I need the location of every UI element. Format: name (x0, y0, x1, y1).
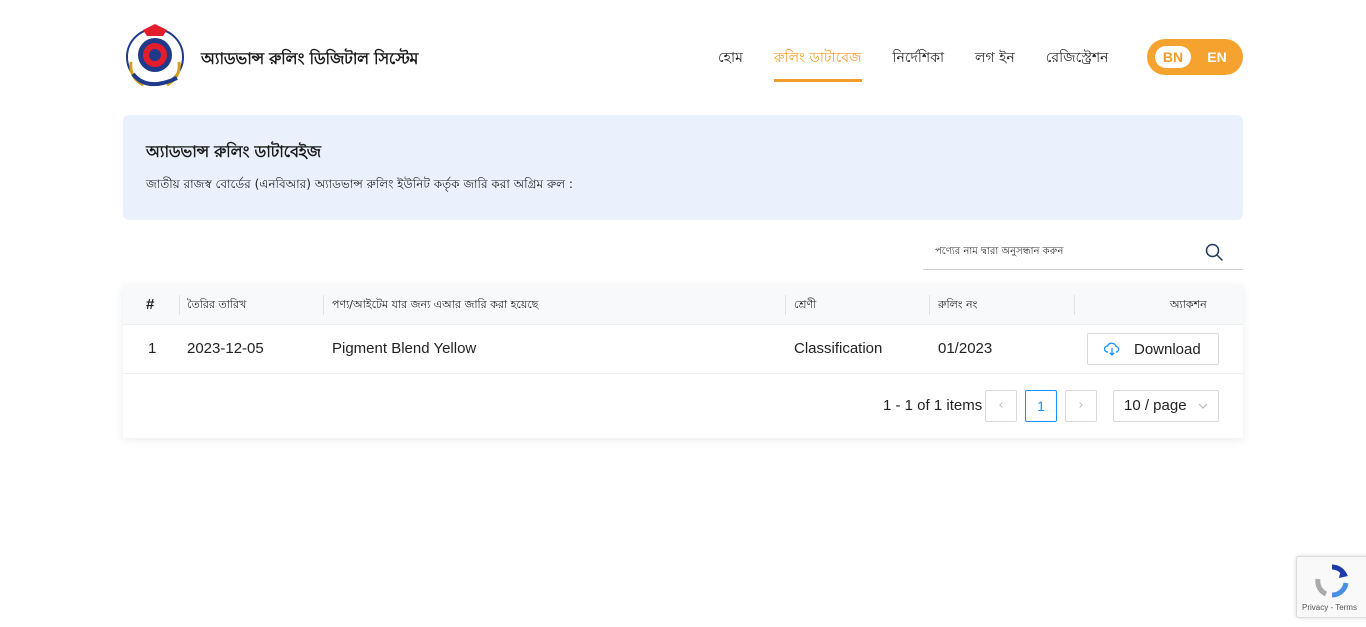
download-label: Download (1134, 340, 1201, 358)
cloud-download-icon (1104, 342, 1120, 356)
pagination-total: 1 - 1 of 1 items (883, 397, 983, 414)
recaptcha-icon (1315, 564, 1349, 598)
column-header-index: # (146, 296, 155, 313)
column-divider (1074, 295, 1075, 315)
site-title[interactable]: অ্যাডভান্স রুলিং ডিজিটাল সিস্টেম (201, 46, 418, 73)
lang-en-button[interactable]: EN (1199, 46, 1235, 68)
table-row: 1 2023-12-05 Pigment Blend Yellow Classi… (123, 325, 1243, 374)
column-header-ruling-no: রুলিং নং (938, 298, 978, 311)
column-header-item: পণ্য/আইটেম যার জন্য এআর জারি করা হয়েছে (332, 298, 539, 311)
nav-item-registration[interactable]: রেজিস্ট্রেশন (1046, 46, 1109, 82)
page-title: অ্যাডভান্স রুলিং ডাটাবেইজ (146, 142, 321, 161)
column-divider (785, 295, 786, 315)
chevron-down-icon (1198, 403, 1208, 409)
column-divider (929, 295, 930, 315)
cell-category: Classification (794, 340, 883, 357)
column-header-action: অ্যাকশন (1170, 298, 1207, 311)
nav-item-home[interactable]: হোম (718, 46, 743, 82)
lang-bn-button[interactable]: BN (1155, 46, 1191, 68)
nav-item-login[interactable]: লগ ইন (975, 46, 1015, 82)
page-subtitle: জাতীয় রাজস্ব বোর্ডের (এনবিআর) অ্যাডভান্… (146, 177, 573, 191)
nav-item-ruling-database[interactable]: রুলিং ডাটাবেজ (773, 46, 862, 82)
column-divider (179, 295, 180, 315)
table-header: # তৈরির তারিখ পণ্য/আইটেম যার জন্য এআর জা… (123, 285, 1243, 325)
cell-date: 2023-12-05 (187, 340, 264, 357)
main-nav: হোম রুলিং ডাটাবেজ নির্দেশিকা লগ ইন রেজিস… (718, 46, 1140, 82)
column-header-category: শ্রেণী (794, 298, 817, 311)
cell-index: 1 (148, 340, 157, 357)
page-1-button[interactable]: 1 (1025, 390, 1057, 422)
column-divider (323, 295, 324, 315)
next-page-button[interactable]: › (1065, 390, 1097, 422)
download-button[interactable]: Download (1087, 333, 1219, 365)
cell-ruling-no: 01/2023 (938, 340, 993, 357)
page-size-value: 10 / page (1124, 397, 1187, 414)
database-info-panel: অ্যাডভান্স রুলিং ডাটাবেইজ জাতীয় রাজস্ব … (123, 115, 1243, 220)
search-input[interactable] (923, 236, 1193, 266)
pagination: 1 - 1 of 1 items ‹ 1 › 10 / page (123, 389, 1243, 423)
language-toggle[interactable]: BN EN (1147, 39, 1243, 75)
search-icon[interactable] (1205, 243, 1223, 261)
column-header-date: তৈরির তারিখ (187, 298, 247, 311)
rulings-table: # তৈরির তারিখ পণ্য/আইটেম যার জন্য এআর জা… (123, 285, 1243, 438)
recaptcha-badge[interactable]: Privacy - Terms (1296, 556, 1366, 618)
recaptcha-links[interactable]: Privacy - Terms (1302, 603, 1357, 612)
cell-item: Pigment Blend Yellow (332, 340, 477, 357)
nav-item-guidelines[interactable]: নির্দেশিকা (893, 46, 945, 82)
site-header: অ্যাডভান্স রুলিং ডিজিটাল সিস্টেম হোম রুল… (123, 22, 1243, 92)
customs-logo[interactable] (123, 22, 193, 92)
prev-page-button[interactable]: ‹ (985, 390, 1017, 422)
page-size-select[interactable]: 10 / page (1113, 390, 1219, 422)
search-bar (923, 236, 1243, 270)
